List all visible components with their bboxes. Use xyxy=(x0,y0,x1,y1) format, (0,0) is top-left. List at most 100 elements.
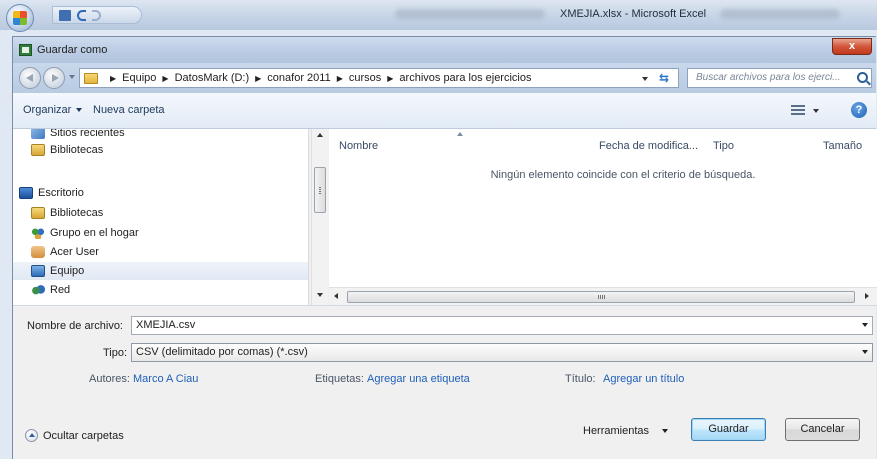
new-folder-button[interactable]: Nueva carpeta xyxy=(93,104,165,116)
cancel-button[interactable]: Cancelar xyxy=(785,418,860,441)
column-header-name[interactable]: Nombre xyxy=(339,140,378,152)
forward-button[interactable] xyxy=(43,67,65,89)
scrollbar-thumb[interactable] xyxy=(314,167,326,213)
add-title-link[interactable]: Agregar un título xyxy=(603,373,684,385)
title-label: Título: xyxy=(565,373,596,385)
user-folder-icon xyxy=(31,246,45,258)
tags-label: Etiquetas: xyxy=(315,373,364,385)
scrollbar-thumb[interactable] xyxy=(347,291,855,303)
tools-button[interactable]: Herramientas xyxy=(583,421,669,443)
office-button[interactable] xyxy=(6,4,34,32)
nav-item-label: Equipo xyxy=(50,265,85,277)
excel-title-bar: XMEJIA.xlsx - Microsoft Excel xyxy=(0,0,877,32)
breadcrumb-archivos[interactable]: archivos para los ejercicios xyxy=(399,72,531,84)
empty-list-message: Ningún elemento coincide con el criterio… xyxy=(490,169,756,181)
refresh-icon[interactable]: ⇆ xyxy=(656,71,672,85)
navigation-pane: Sitios recientes Bibliotecas Escritorio … xyxy=(13,129,309,305)
folder-icon xyxy=(84,72,98,84)
file-type-select[interactable]: CSV (delimitado por comas) (*.csv) xyxy=(131,343,873,362)
column-header-type[interactable]: Tipo xyxy=(713,140,734,152)
chevron-right-icon[interactable]: ▶ xyxy=(337,74,343,83)
nav-item-label: Escritorio xyxy=(38,187,84,199)
grip-icon xyxy=(598,295,606,299)
file-list[interactable]: Nombre Fecha de modifica... Tipo Tamaño … xyxy=(329,129,877,287)
dialog-title: Guardar como xyxy=(37,44,108,56)
back-button[interactable] xyxy=(19,67,41,89)
address-dropdown-icon[interactable] xyxy=(642,77,648,81)
nav-item-computer[interactable]: Equipo xyxy=(13,262,308,280)
hide-folders-label: Ocultar carpetas xyxy=(43,429,124,442)
scroll-down-icon[interactable] xyxy=(317,293,323,297)
views-dropdown-icon[interactable] xyxy=(813,109,819,113)
chevron-right-icon[interactable]: ▶ xyxy=(255,74,261,83)
chevron-down-icon[interactable] xyxy=(862,350,868,354)
column-header-size[interactable]: Tamaño xyxy=(823,140,862,152)
scroll-right-icon[interactable] xyxy=(865,293,869,299)
help-icon[interactable]: ? xyxy=(851,102,867,118)
column-header-label: Nombre xyxy=(339,140,379,152)
chevron-down-icon[interactable] xyxy=(862,323,868,327)
dialog-title-bar: Guardar como x xyxy=(13,37,876,63)
nav-item-desktop[interactable]: Escritorio xyxy=(19,184,84,202)
scroll-left-icon[interactable] xyxy=(334,293,338,299)
nav-item-label: Acer User xyxy=(50,246,99,258)
undo-icon[interactable] xyxy=(77,9,86,21)
chevron-right-icon[interactable]: ▶ xyxy=(162,74,168,83)
title-blur xyxy=(720,9,840,19)
search-box[interactable]: Buscar archivos para los ejerci... xyxy=(687,68,872,88)
hide-folders-button[interactable]: Ocultar carpetas xyxy=(25,429,124,442)
column-header-date-modified[interactable]: Fecha de modifica... xyxy=(599,140,698,152)
quick-access-toolbar xyxy=(52,6,142,24)
command-toolbar: Organizar Nueva carpeta ? xyxy=(13,93,876,129)
breadcrumb-cursos[interactable]: cursos xyxy=(349,72,381,84)
recent-places-icon xyxy=(31,129,45,139)
chevron-right-icon[interactable]: ▶ xyxy=(387,74,393,83)
scroll-up-icon[interactable] xyxy=(317,133,323,137)
address-bar[interactable]: ▶ Equipo ▶ DatosMark (D:) ▶ conafor 2011… xyxy=(79,68,679,88)
filename-value: XMEJIA.csv xyxy=(136,319,196,331)
breadcrumb-conafor[interactable]: conafor 2011 xyxy=(267,72,330,84)
search-icon[interactable] xyxy=(857,72,868,83)
nav-pane-scrollbar[interactable] xyxy=(311,129,328,305)
authors-value[interactable]: Marco A Ciau xyxy=(133,373,198,385)
desktop-icon xyxy=(19,187,33,199)
save-as-dialog: Guardar como x ▶ Equipo ▶ DatosMark (D:)… xyxy=(12,36,877,459)
filename-input[interactable]: XMEJIA.csv xyxy=(131,316,873,335)
libraries-icon xyxy=(31,144,45,156)
recent-pages-dropdown-icon[interactable] xyxy=(69,75,75,79)
nav-item-label: Grupo en el hogar xyxy=(50,227,139,239)
file-type-value: CSV (delimitado por comas) (*.csv) xyxy=(136,346,308,358)
nav-item-label: Red xyxy=(50,284,71,296)
nav-item-libraries-desktop[interactable]: Bibliotecas xyxy=(31,204,103,222)
chevron-right-icon[interactable]: ▶ xyxy=(110,74,116,83)
nav-item-libraries[interactable]: Bibliotecas xyxy=(31,141,103,159)
save-button[interactable]: Guardar xyxy=(691,418,766,441)
excel-dialog-icon xyxy=(19,44,32,56)
grip-icon xyxy=(319,187,321,195)
redo-icon[interactable] xyxy=(92,9,101,21)
authors-label: Autores: xyxy=(89,373,130,385)
chevron-down-icon xyxy=(662,429,669,434)
title-blur xyxy=(395,9,545,19)
excel-window-title: XMEJIA.xlsx - Microsoft Excel xyxy=(560,8,707,20)
homegroup-icon xyxy=(31,227,45,239)
close-button[interactable]: x xyxy=(832,38,872,55)
office-logo-icon xyxy=(13,11,27,25)
file-type-label: Tipo: xyxy=(103,347,128,359)
add-tag-link[interactable]: Agregar una etiqueta xyxy=(367,373,470,385)
sort-ascending-icon xyxy=(457,132,463,136)
nav-item-acer-user[interactable]: Acer User xyxy=(31,243,99,261)
nav-item-label: Bibliotecas xyxy=(50,144,104,156)
collapse-up-icon xyxy=(25,429,38,442)
address-row: ▶ Equipo ▶ DatosMark (D:) ▶ conafor 2011… xyxy=(13,63,876,93)
nav-item-network[interactable]: Red xyxy=(31,281,70,299)
breadcrumb-datosmark[interactable]: DatosMark (D:) xyxy=(175,72,250,84)
save-icon[interactable] xyxy=(59,9,71,21)
breadcrumb-equipo[interactable]: Equipo xyxy=(122,72,156,84)
file-list-scrollbar[interactable] xyxy=(329,287,877,305)
nav-item-label: Sitios recientes xyxy=(50,129,125,139)
views-icon[interactable] xyxy=(791,105,805,115)
nav-item-homegroup[interactable]: Grupo en el hogar xyxy=(31,224,139,242)
computer-icon xyxy=(31,265,45,277)
organize-button[interactable]: Organizar xyxy=(23,104,82,116)
